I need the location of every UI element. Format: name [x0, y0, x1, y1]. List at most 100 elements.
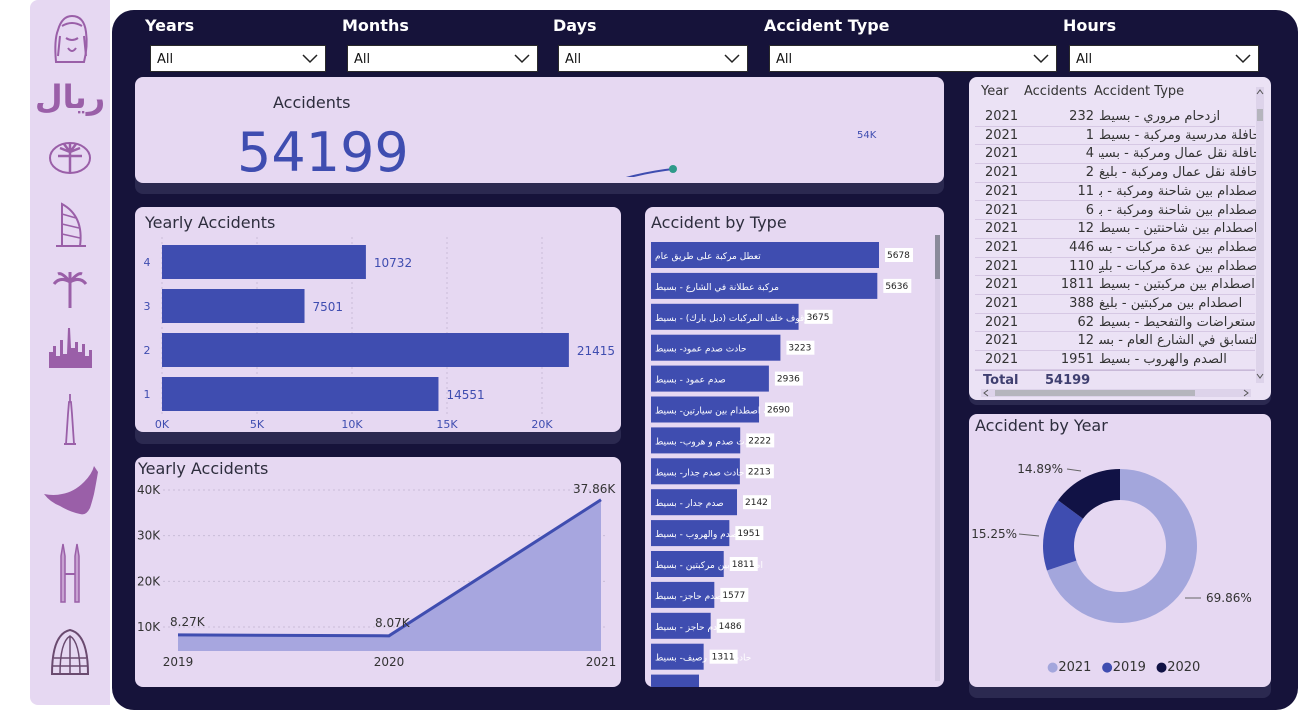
accident-table-card: Year Accidents Accident Type 2021 232 ازدح… [969, 77, 1271, 400]
cell-accident-type: اصطدام بين عدة مركبات - بسيط [1099, 239, 1259, 255]
uae-map-icon[interactable] [30, 464, 110, 518]
type-bar-value: 2690 [767, 406, 790, 416]
chevron-down-icon [302, 54, 318, 64]
table-row[interactable]: 2021 1811 اصطدام بين مركبتين - بسيط [975, 276, 1255, 295]
data-label: 8.27K [170, 615, 206, 629]
table-row[interactable]: 2021 2 حافلة نقل عمال ومركبة - بليغ [975, 164, 1259, 183]
hours-dropdown-value: All [1076, 52, 1093, 67]
cell-accidents: 232 [1069, 109, 1094, 124]
table-row[interactable]: 2021 1 حافلة مدرسية ومركبة - بسيط [975, 127, 1259, 146]
yearly-area-chart: 10K 20K 30K 40K 8.27K 2019 8.07K 2020 37.86K 2021 [137, 482, 616, 669]
scroll-right-icon[interactable] [1241, 389, 1251, 397]
type-bar-value: 3223 [788, 344, 811, 354]
cell-accident-type: حافلة مدرسية ومركبة - بسيط [1099, 127, 1259, 143]
donut-legend: ●2021 ●2019 ●2020 [1047, 660, 1200, 675]
twin-towers-icon[interactable] [30, 540, 110, 604]
dubai-skyline-icon[interactable] [30, 328, 110, 370]
bar[interactable] [162, 289, 305, 323]
table-row[interactable]: 2021 62 استعراضات والتفحيط - بسيط [975, 314, 1259, 333]
filter-label-months: Months [342, 16, 409, 35]
type-bar-label: الصدم والهروب - بسيط [655, 530, 744, 540]
table-row[interactable]: 2021 12 اصطدام بين شاحنتين - بسيط [975, 220, 1258, 239]
cell-year: 2021 [985, 146, 1019, 162]
type-bar-label: مركبة عطلانة في الشارع - بسيط [655, 283, 779, 293]
table-row[interactable]: 2021 11 اصطدام بين شاحنة ومركبة - بسيط [975, 183, 1259, 202]
riyal-logo-icon[interactable]: ريال [30, 78, 110, 116]
riyal-text: ريال [34, 78, 106, 116]
burj-khalifa-icon[interactable] [30, 394, 110, 446]
type-bar-partial[interactable] [651, 674, 699, 687]
bar[interactable] [162, 377, 439, 411]
years-dropdown[interactable]: All [150, 45, 326, 72]
yearly-bar-card: Yearly Accidents 0K 5K 10K 15K 20K 4 10732 3 750… [135, 207, 621, 432]
sheikh-portrait-icon[interactable] [30, 12, 110, 64]
type-bar-label: الوقوف خلف المركبات (دبل بارك) - بسيط [655, 314, 814, 324]
yearly-bar-chart: 0K 5K 10K 15K 20K 4 10732 3 7501 2 21415 1 14551 [144, 237, 615, 431]
months-dropdown[interactable]: All [347, 45, 538, 72]
days-dropdown[interactable]: All [558, 45, 748, 72]
legend-label-2020: 2020 [1167, 660, 1201, 675]
type-bar-value: 5678 [887, 251, 910, 261]
table-row[interactable]: 2021 446 اصطدام بين عدة مركبات - بسيط [975, 239, 1259, 258]
cell-accidents: 110 [1069, 258, 1094, 274]
table-row[interactable]: 2021 4 حافلة نقل عمال ومركبة - بسيط [975, 145, 1259, 165]
cell-accidents: 12 [1077, 221, 1094, 237]
donut-chart: 69.86% 15.25% 14.89% [971, 462, 1252, 623]
table-hscroll-thumb[interactable] [995, 390, 1195, 396]
table-total-divider [975, 370, 1255, 371]
type-bar-value: 2213 [748, 467, 771, 477]
cell-year: 2021 [985, 127, 1019, 143]
palm-island-icon[interactable] [30, 140, 110, 176]
table-body: 2021 232 ازدحام مروري - بسيط 2021 1 حافلة مدر… [969, 108, 1259, 370]
scroll-up-icon[interactable] [1256, 87, 1264, 97]
table-row[interactable]: 2021 6 اصطدام بين شاحنة ومركبة - بليغ [975, 202, 1259, 221]
bar-value-label: 14551 [446, 388, 484, 402]
table-scrollbar-thumb[interactable] [1257, 109, 1263, 121]
sparkline-line [626, 168, 674, 177]
cell-accident-type: اصطدام بين مركبتين - بليغ [1099, 296, 1243, 311]
cell-year: 2021 [985, 165, 1019, 181]
table-horizontal-scrollbar[interactable] [981, 389, 1251, 397]
cell-year: 2021 [985, 258, 1019, 274]
cell-accident-type: اصطدام بين مركبتين - بسيط [1099, 277, 1255, 293]
legend-dot-2019: ● [1101, 660, 1113, 675]
chevron-down-icon [1235, 54, 1251, 64]
filter-label-hours: Hours [1063, 16, 1117, 35]
y-tick-label: 1 [144, 388, 151, 401]
burj-al-arab-icon[interactable] [30, 200, 110, 248]
data-label: 37.86K [573, 482, 616, 496]
by-type-scrollbar[interactable] [935, 235, 940, 681]
donut-leader-line [1018, 533, 1040, 537]
cell-accidents: 1951 [1060, 352, 1094, 368]
cell-accidents: 6 [1085, 202, 1094, 218]
dome-tower-icon[interactable] [30, 628, 110, 676]
legend-item-2020[interactable]: ●2020 [1156, 660, 1200, 675]
by-type-scrollbar-thumb[interactable] [935, 235, 940, 279]
table-row[interactable]: 2021 110 اصطدام بين عدة مركبات - بليغ [975, 258, 1259, 277]
scroll-down-icon[interactable] [1256, 371, 1264, 381]
type-bar-value: 2936 [777, 375, 800, 385]
table-row[interactable]: 2021 388 اصطدام بين مركبتين - بليغ [975, 295, 1255, 314]
x-tick-label: 20K [531, 418, 553, 431]
type-bar-label: تعطل مركبة على طريق عام [655, 252, 761, 262]
table-header-accidents: Accidents [1024, 84, 1087, 99]
sparkline-label: 54K [857, 130, 877, 141]
legend-item-2021[interactable]: ●2021 [1047, 660, 1091, 675]
palm-tree-icon[interactable] [30, 270, 110, 310]
cell-year: 2021 [985, 239, 1019, 255]
chevron-down-icon [724, 54, 740, 64]
filter-label-years: Years [145, 16, 195, 35]
bar-value-label: 7501 [313, 300, 344, 314]
table-row[interactable]: 2021 1951 الصدم والهروب - بسيط [975, 351, 1255, 370]
donut-data-label: 14.89% [1017, 462, 1063, 476]
table-vertical-scrollbar[interactable] [1256, 87, 1264, 383]
x-tick-label: 5K [250, 418, 265, 431]
bar[interactable] [162, 245, 366, 279]
table-row[interactable]: 2021 12 التسابق في الشارع العام - بسيط [975, 332, 1259, 352]
table-row[interactable]: 2021 232 ازدحام مروري - بسيط [975, 108, 1255, 127]
legend-item-2019[interactable]: ●2019 [1101, 660, 1145, 675]
bar[interactable] [162, 333, 569, 367]
scroll-left-icon[interactable] [981, 389, 991, 397]
accident-type-dropdown[interactable]: All [769, 45, 1057, 72]
hours-dropdown[interactable]: All [1069, 45, 1259, 72]
